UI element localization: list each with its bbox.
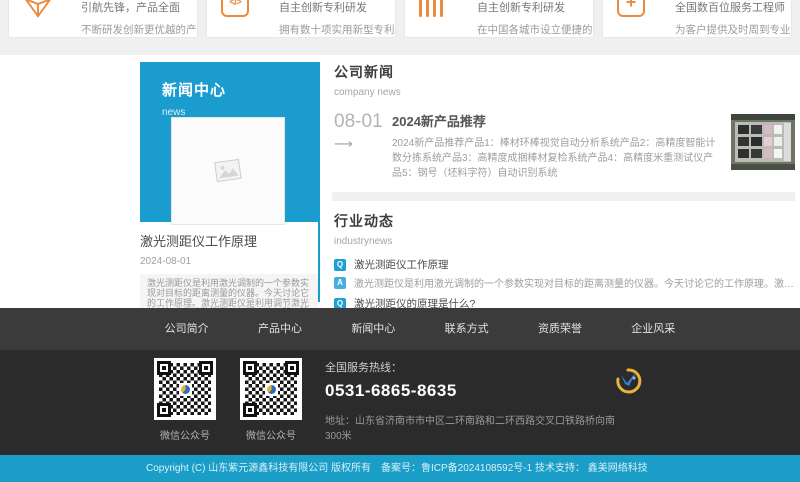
- feature-strip: 引航先锋，产品全面 不断研发创新更优越的产品 </> 自主创新专利研发 拥有数十…: [0, 0, 800, 38]
- qr-code-image: [154, 358, 216, 420]
- feature-title: 自主创新专利研发: [279, 0, 395, 15]
- company-news-block: 公司新闻 company news 08-01 ⟶ 2024新产品推荐 2024…: [334, 62, 795, 181]
- section-gap: [332, 192, 795, 201]
- footer-nav-news[interactable]: 新闻中心: [327, 308, 420, 350]
- answer-text: 激光测距仪是利用激光调制的一个参数实现对目标的距离测量的仪器。今天讨论它的工作原…: [354, 275, 795, 290]
- feature-desc: 在中国各城市设立便捷的服务中心: [477, 22, 593, 38]
- news-section: 新闻中心 news 激光测距仪工作原理 2024-08-01 激光测距仪是利用激…: [0, 55, 800, 308]
- footer-nav-honors[interactable]: 资质荣誉: [513, 308, 606, 350]
- feature-desc: 不断研发创新更优越的产品: [81, 22, 197, 38]
- footer-nav: 公司简介 产品中心 新闻中心 联系方式 资质荣誉 企业风采: [0, 308, 800, 350]
- footer-main: 微信公众号 微信公众号 全国服务热线： 0531-6865-8635 地址：山东…: [0, 350, 800, 455]
- feature-card-products: 引航先锋，产品全面 不断研发创新更优越的产品: [8, 0, 198, 38]
- article-image-placeholder[interactable]: [171, 117, 285, 225]
- item-date: 08-01: [334, 111, 392, 133]
- qr-caption: 微信公众号: [232, 427, 310, 442]
- copyright-bar: Copyright (C) 山东紫元源鑫科技有限公司 版权所有 备案号：鲁ICP…: [0, 455, 800, 482]
- news-center-column: 新闻中心 news 激光测距仪工作原理 2024-08-01 激光测距仪是利用激…: [140, 62, 318, 322]
- feature-desc: 为客户提供及时周到专业的服务支持: [675, 22, 791, 38]
- code-icon: </>: [221, 0, 253, 17]
- industry-news-subtitle: industrynews: [334, 236, 795, 247]
- item-excerpt: 2024新产品推荐产品1：棒材环棒视觉自动分析系统产品2：高精度智能计数分拣系统…: [392, 136, 719, 181]
- page: 引航先锋，产品全面 不断研发创新更优越的产品 </> 自主创新专利研发 拥有数十…: [0, 0, 800, 482]
- arrow-right-icon[interactable]: ⟶: [334, 136, 392, 152]
- footer-nav-products[interactable]: 产品中心: [233, 308, 326, 350]
- hotline-number: 0531-6865-8635: [325, 381, 625, 401]
- feature-title: 引航先锋，产品全面: [81, 0, 197, 15]
- qr-center-logo: [265, 383, 278, 396]
- company-news-item: 08-01 ⟶ 2024新产品推荐 2024新产品推荐产品1：棒材环棒视觉自动分…: [334, 111, 795, 181]
- item-title[interactable]: 2024新产品推荐: [392, 111, 719, 130]
- footer-nav-culture[interactable]: 企业风采: [607, 308, 700, 350]
- answer-badge-icon: A: [334, 277, 346, 289]
- company-news-title: 公司新闻: [334, 62, 795, 82]
- question-badge-icon: Q: [334, 259, 346, 271]
- footer-nav-about[interactable]: 公司简介: [140, 308, 233, 350]
- qr-block-wechat-1: 微信公众号: [146, 358, 224, 442]
- feature-card-engineers: + 全国数百位服务工程师 为客户提供及时周到专业的服务支持: [602, 0, 792, 38]
- industry-news-title: 行业动态: [334, 211, 795, 231]
- broken-image-icon: [211, 156, 245, 186]
- article-title[interactable]: 激光测距仪工作原理: [140, 231, 318, 250]
- bars-icon: [419, 0, 451, 17]
- paper-plane-icon: [23, 0, 55, 24]
- qr-center-logo: [179, 383, 192, 396]
- company-logo-icon: [612, 365, 644, 397]
- accent-divider: [318, 62, 320, 302]
- article-date: 2024-08-01: [140, 256, 318, 267]
- feature-desc: 拥有数十项实用新型专利认证: [279, 22, 395, 38]
- footer-contact: 全国服务热线： 0531-6865-8635 地址：山东省济南市市中区二环南路和…: [325, 359, 625, 444]
- qr-caption: 微信公众号: [146, 427, 224, 442]
- feature-title: 自主创新专利研发: [477, 0, 593, 15]
- feature-card-service-centers: 自主创新专利研发 在中国各城市设立便捷的服务中心: [404, 0, 594, 38]
- question-text[interactable]: 激光测距仪工作原理: [354, 257, 449, 272]
- news-thumbnail[interactable]: [731, 114, 795, 170]
- feature-title: 全国数百位服务工程师: [675, 0, 791, 15]
- qa-item: Q 激光测距仪工作原理 A 激光测距仪是利用激光调制的一个参数实现对目标的距离测…: [334, 257, 795, 290]
- company-news-subtitle: company news: [334, 87, 795, 98]
- news-center-title: 新闻中心: [162, 79, 318, 100]
- plus-icon: +: [617, 0, 649, 17]
- feature-card-patent: </> 自主创新专利研发 拥有数十项实用新型专利认证: [206, 0, 396, 38]
- qr-code-image: [240, 358, 302, 420]
- qr-block-wechat-2: 微信公众号: [232, 358, 310, 442]
- company-address: 地址：山东省济南市市中区二环南路和二环西路交叉口铁路桥向南 300米: [325, 414, 625, 444]
- hotline-label: 全国服务热线：: [325, 359, 625, 375]
- copyright-text: Copyright (C) 山东紫元源鑫科技有限公司 版权所有 备案号：鲁ICP…: [146, 463, 648, 474]
- footer-nav-contact[interactable]: 联系方式: [420, 308, 513, 350]
- news-center-panel: 新闻中心 news: [140, 62, 318, 222]
